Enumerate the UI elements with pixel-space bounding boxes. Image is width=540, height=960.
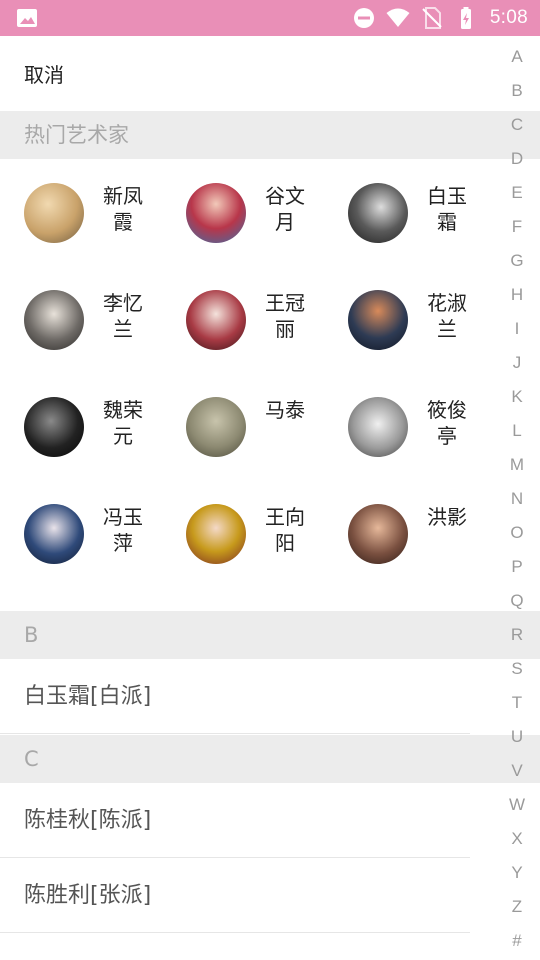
index-letter[interactable]: M xyxy=(494,448,540,482)
list-item-label: 白玉霜[白派] xyxy=(24,684,152,709)
hot-artist[interactable]: 冯玉萍 xyxy=(24,504,174,584)
index-letter[interactable]: W xyxy=(494,788,540,822)
hot-artist[interactable]: 新凤霞 xyxy=(24,183,174,263)
index-letter[interactable]: Z xyxy=(494,890,540,924)
artist-name: 筱俊亭 xyxy=(427,398,467,448)
artist-name: 王冠丽 xyxy=(265,291,305,341)
index-letter[interactable]: B xyxy=(494,74,540,108)
artist-name: 白玉霜 xyxy=(427,184,467,234)
index-letter[interactable]: C xyxy=(494,108,540,142)
avatar xyxy=(186,290,246,350)
avatar xyxy=(24,290,84,350)
hot-artist[interactable]: 魏荣元 xyxy=(24,397,174,477)
avatar xyxy=(186,397,246,457)
index-letter[interactable]: P xyxy=(494,550,540,584)
section-title-hot: 热门艺术家 xyxy=(24,123,129,147)
hot-artist[interactable]: 王向阳 xyxy=(186,504,336,584)
hot-artist[interactable]: 洪影 xyxy=(348,504,498,584)
hot-artist[interactable]: 筱俊亭 xyxy=(348,397,498,477)
avatar xyxy=(348,397,408,457)
index-letter[interactable]: J xyxy=(494,346,540,380)
section-header-b: B xyxy=(0,611,540,659)
wifi-icon xyxy=(386,8,410,27)
index-letter[interactable]: T xyxy=(494,686,540,720)
avatar xyxy=(24,504,84,564)
avatar xyxy=(24,183,84,243)
index-letter[interactable]: D xyxy=(494,142,540,176)
index-letter[interactable]: U xyxy=(494,720,540,754)
hot-artist[interactable]: 白玉霜 xyxy=(348,183,498,263)
index-letter[interactable]: R xyxy=(494,618,540,652)
avatar xyxy=(186,183,246,243)
index-letter[interactable]: S xyxy=(494,652,540,686)
artist-name: 王向阳 xyxy=(265,505,305,555)
index-letter[interactable]: G xyxy=(494,244,540,278)
section-header-hot: 热门艺术家 xyxy=(0,111,540,159)
index-letter[interactable]: X xyxy=(494,822,540,856)
index-letter[interactable]: I xyxy=(494,312,540,346)
hot-artist[interactable]: 马泰 xyxy=(186,397,336,477)
avatar xyxy=(24,397,84,457)
section-letter: B xyxy=(24,623,39,647)
artist-name: 新凤霞 xyxy=(103,184,143,234)
index-letter[interactable]: L xyxy=(494,414,540,448)
do-not-disturb-icon xyxy=(353,8,374,28)
list-item[interactable]: 陈胜利[张派] xyxy=(0,858,470,933)
section-header-c: C xyxy=(0,735,540,783)
artist-name: 谷文月 xyxy=(265,184,305,234)
list-item-label: 陈桂秋[陈派] xyxy=(24,808,152,833)
hot-artist[interactable]: 李忆兰 xyxy=(24,290,174,370)
avatar xyxy=(348,504,408,564)
status-bar: 5:08 xyxy=(0,0,540,36)
avatar xyxy=(348,183,408,243)
section-letter: C xyxy=(24,747,39,771)
index-letter[interactable]: O xyxy=(494,516,540,550)
avatar xyxy=(186,504,246,564)
artist-name: 马泰 xyxy=(265,398,305,422)
index-letter[interactable]: K xyxy=(494,380,540,414)
hot-artist[interactable]: 谷文月 xyxy=(186,183,336,263)
list-item[interactable]: 白玉霜[白派] xyxy=(0,659,470,734)
index-letter[interactable]: # xyxy=(494,924,540,958)
list-item-label: 陈胜利[张派] xyxy=(24,883,152,908)
hot-artist[interactable]: 王冠丽 xyxy=(186,290,336,370)
avatar xyxy=(348,290,408,350)
no-sim-icon xyxy=(422,7,442,29)
index-letter[interactable]: N xyxy=(494,482,540,516)
cancel-button[interactable]: 取消 xyxy=(24,56,64,94)
artist-name: 李忆兰 xyxy=(103,291,143,341)
index-letter[interactable]: A xyxy=(494,40,540,74)
index-letter[interactable]: V xyxy=(494,754,540,788)
artist-name: 花淑兰 xyxy=(427,291,467,341)
artist-name: 魏荣元 xyxy=(103,398,143,448)
artist-name: 冯玉萍 xyxy=(103,505,143,555)
hot-artist[interactable]: 花淑兰 xyxy=(348,290,498,370)
battery-charging-icon xyxy=(460,7,471,29)
status-icons: 5:08 xyxy=(352,0,528,36)
alphabet-index-bar[interactable]: A B C D E F G H I J K L M N O P Q R S T U V W X Y Z # xyxy=(494,40,540,960)
index-letter[interactable]: E xyxy=(494,176,540,210)
index-letter[interactable]: F xyxy=(494,210,540,244)
clock: 5:08 xyxy=(489,7,528,28)
list-item[interactable]: 陈桂秋[陈派] xyxy=(0,783,470,858)
image-icon xyxy=(17,9,37,27)
artist-name: 洪影 xyxy=(427,505,467,529)
index-letter[interactable]: Q xyxy=(494,584,540,618)
index-letter[interactable]: H xyxy=(494,278,540,312)
index-letter[interactable]: Y xyxy=(494,856,540,890)
